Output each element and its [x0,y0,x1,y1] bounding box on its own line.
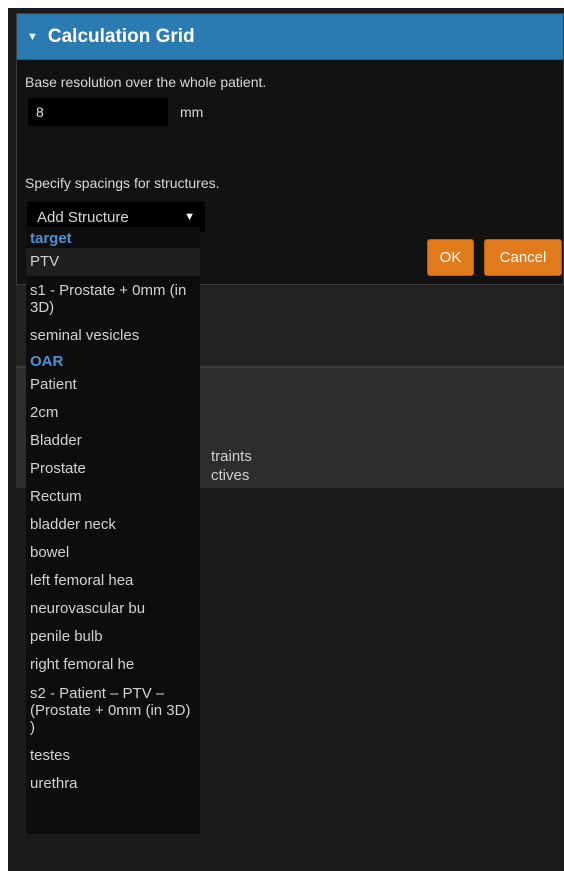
dropdown-option[interactable]: urethra [26,770,200,798]
dropdown-option[interactable]: testes [26,742,200,770]
dropdown-option[interactable]: PTV [26,248,200,276]
base-resolution-label: Base resolution over the whole patient. [25,74,267,90]
dropdown-option[interactable]: bowel [26,539,200,567]
cancel-button[interactable]: Cancel [484,239,562,276]
section-text-objectives: ctives [211,467,250,484]
resolution-input[interactable] [28,98,168,126]
dropdown-option[interactable]: Rectum [26,483,200,511]
app-frame: traints ctives ▼ Calculation Grid Base r… [8,8,564,871]
group-header-oar: OAR [30,353,64,370]
dropdown-option[interactable]: 2cm [26,399,200,427]
dropdown-option[interactable]: penile bulb [26,623,200,651]
panel-title: Calculation Grid [47,25,195,47]
panel-header[interactable]: ▼ Calculation Grid [17,14,563,60]
dropdown-option[interactable]: left femoral hea [26,567,200,595]
group-header-target: target [30,230,72,247]
section-text-constraints: traints [211,448,252,465]
dropdown-option[interactable]: seminal vesicles [26,322,200,350]
dropdown-option[interactable]: right femoral he [26,651,200,679]
dropdown-option[interactable]: s2 - Patient – PTV – (Prostate + 0mm (in… [26,679,200,742]
ok-button[interactable]: OK [427,239,474,276]
select-label: Add Structure [37,208,129,226]
collapse-triangle-icon[interactable]: ▼ [27,31,38,43]
dropdown-arrow-icon: ▼ [184,211,195,223]
dropdown-option[interactable]: neurovascular bu [26,595,200,623]
dropdown-option[interactable]: Bladder [26,427,200,455]
dropdown-option[interactable]: Prostate [26,455,200,483]
structure-dropdown-list[interactable]: target PTV s1 - Prostate + 0mm (in 3D) s… [26,227,200,834]
dropdown-option[interactable]: bladder neck [26,511,200,539]
dropdown-option[interactable]: Patient [26,371,200,399]
dropdown-option[interactable]: s1 - Prostate + 0mm (in 3D) [26,276,200,322]
spacing-label: Specify spacings for structures. [25,175,220,191]
unit-label: mm [180,104,204,120]
